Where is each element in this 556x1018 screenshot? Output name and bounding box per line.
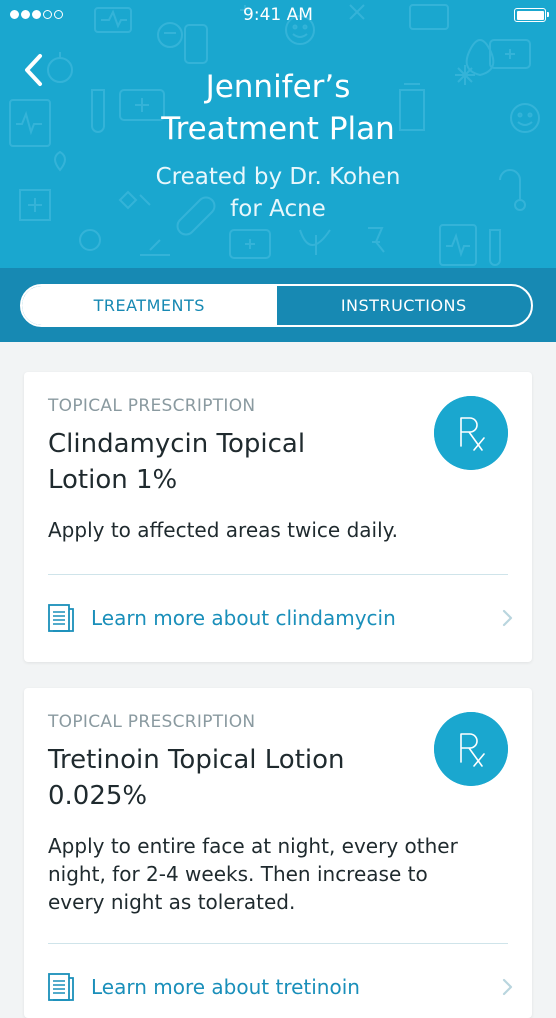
- document-icon: [48, 973, 74, 1001]
- tab-instructions[interactable]: INSTRUCTIONS: [277, 286, 532, 325]
- chevron-right-icon: [502, 609, 513, 627]
- treatment-directions: Apply to entire face at night, every oth…: [48, 832, 498, 916]
- treatment-name: Clindamycin Topical Lotion 1%: [48, 426, 418, 498]
- page-title-line2: Treatment Plan: [161, 111, 395, 147]
- header: 9:41 AM Jennifer’s Treatment Plan Create…: [0, 0, 556, 268]
- document-icon: [48, 604, 74, 632]
- back-chevron-icon[interactable]: [18, 50, 50, 90]
- learn-more-link[interactable]: Learn more about tretinoin: [48, 972, 514, 1002]
- directions-line1: Apply to entire face at night, every oth…: [48, 834, 458, 858]
- treatment-card: TOPICAL PRESCRIPTION Tretinoin Topical L…: [24, 688, 532, 1018]
- treatment-name-line2: Lotion 1%: [48, 465, 178, 495]
- page-title: Jennifer’s Treatment Plan: [60, 66, 496, 150]
- page-title-line1: Jennifer’s: [205, 69, 351, 105]
- treatment-category: TOPICAL PRESCRIPTION: [48, 396, 256, 416]
- treatment-name-line1: Clindamycin Topical: [48, 429, 306, 459]
- treatment-name-line1: Tretinoin Topical Lotion: [48, 745, 345, 775]
- treatment-directions: Apply to affected areas twice daily.: [48, 518, 398, 542]
- segmented-control: TREATMENTS INSTRUCTIONS: [20, 284, 533, 327]
- battery-icon: [514, 8, 549, 22]
- treatment-name-line2: 0.025%: [48, 781, 148, 811]
- tab-treatments[interactable]: TREATMENTS: [22, 286, 277, 325]
- divider: [48, 943, 508, 944]
- status-time: 9:41 AM: [243, 5, 313, 25]
- directions-line3: every night as tolerated.: [48, 890, 296, 914]
- learn-more-label: Learn more about tretinoin: [91, 975, 360, 999]
- treatment-category: TOPICAL PRESCRIPTION: [48, 712, 256, 732]
- treatment-name: Tretinoin Topical Lotion 0.025%: [48, 742, 418, 814]
- tab-bar: TREATMENTS INSTRUCTIONS: [0, 268, 556, 342]
- directions-line2: night, for 2-4 weeks. Then increase to: [48, 862, 428, 886]
- page-subtitle: Created by Dr. Kohen for Acne: [60, 161, 496, 225]
- divider: [48, 574, 508, 575]
- treatment-card: TOPICAL PRESCRIPTION Clindamycin Topical…: [24, 372, 532, 662]
- subtitle-line2: for Acne: [230, 196, 326, 222]
- learn-more-link[interactable]: Learn more about clindamycin: [48, 603, 514, 633]
- rx-icon: [434, 712, 508, 786]
- rx-icon: [434, 396, 508, 470]
- subtitle-line1: Created by Dr. Kohen: [155, 164, 401, 190]
- chevron-right-icon: [502, 978, 513, 996]
- learn-more-label: Learn more about clindamycin: [91, 606, 396, 630]
- status-bar: 9:41 AM: [0, 0, 556, 32]
